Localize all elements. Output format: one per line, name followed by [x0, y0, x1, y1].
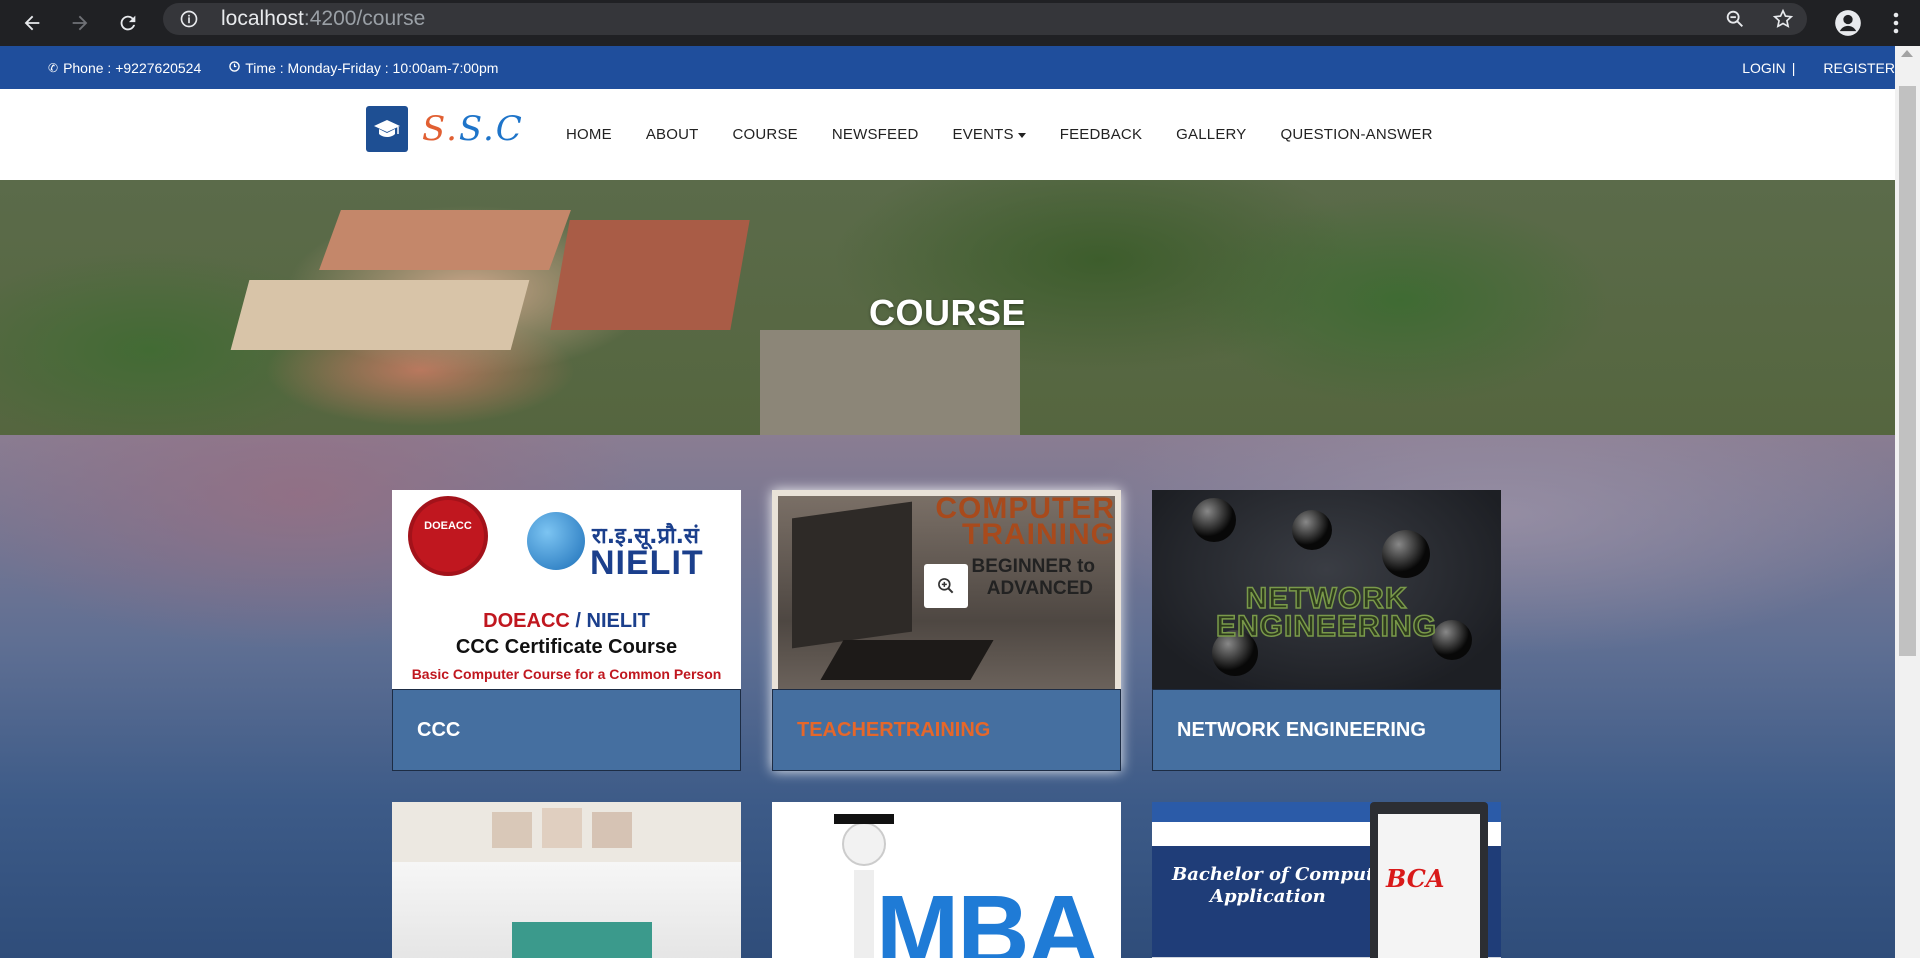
monitor-shape — [792, 501, 912, 649]
bookmark-star-icon[interactable] — [1759, 8, 1807, 30]
course-image-ccc: DOEACC रा.इ.सू.प्रौ.सं NIELIT DOEACC / N… — [392, 490, 741, 689]
page-viewport: ✆ Phone : +9227620524 Time : Monday-Frid… — [0, 46, 1895, 958]
nav-about[interactable]: ABOUT — [646, 126, 699, 143]
profile-avatar-icon[interactable] — [1824, 9, 1872, 37]
zoom-button[interactable] — [924, 564, 968, 608]
course-card-ccc[interactable]: DOEACC रा.इ.सू.प्रौ.सं NIELIT DOEACC / N… — [392, 490, 741, 771]
forward-button[interactable] — [56, 0, 104, 46]
bca-line1: Bachelor of Computer — [1172, 864, 1396, 885]
ccc-line1: DOEACC / NIELIT — [483, 610, 650, 632]
main-nav: HOME ABOUT COURSE NEWSFEED EVENTS FEEDBA… — [566, 89, 1467, 180]
clock-icon — [229, 60, 241, 75]
graduation-cap-icon — [366, 106, 408, 152]
nav-question-answer[interactable]: QUESTION-ANSWER — [1281, 126, 1433, 143]
ccc-line3: Basic Computer Course for a Common Perso… — [411, 666, 722, 682]
site-header: S.S.C HOME ABOUT COURSE NEWSFEED EVENTS … — [0, 89, 1895, 180]
zoom-icon[interactable] — [1711, 8, 1759, 30]
login-link[interactable]: LOGIN — [1742, 60, 1786, 76]
back-button[interactable] — [8, 0, 56, 46]
training-line2: TRAINING — [962, 518, 1115, 551]
sphere-decoration — [1192, 498, 1236, 542]
reload-button[interactable] — [104, 0, 152, 46]
nav-feedback[interactable]: FEEDBACK — [1060, 126, 1142, 143]
top-info-bar: ✆ Phone : +9227620524 Time : Monday-Frid… — [0, 46, 1895, 89]
time-text: Time : Monday-Friday : 10:00am-7:00pm — [245, 59, 499, 76]
nav-newsfeed[interactable]: NEWSFEED — [832, 126, 919, 143]
arrow-right-icon — [72, 15, 88, 31]
graduate-figure-body — [854, 870, 874, 958]
course-card-nursing[interactable] — [392, 802, 741, 958]
nav-events[interactable]: EVENTS — [952, 126, 1026, 143]
nielit-brand: NIELIT — [590, 544, 704, 582]
nav-course[interactable]: COURSE — [733, 126, 798, 143]
graduate-figure-head — [842, 822, 886, 866]
reload-icon — [120, 15, 136, 31]
hero-banner: COURSE — [0, 180, 1895, 435]
graduation-cap-icon — [834, 814, 894, 824]
course-card-bca[interactable]: Bachelor of Computer Application BCA — [1152, 802, 1501, 958]
course-card-network-engineering[interactable]: NETWORK ENGINEERING NETWORK ENGINEERING — [1152, 490, 1501, 771]
time-info: Time : Monday-Friday : 10:00am-7:00pm — [229, 60, 498, 76]
scrollbar-thumb[interactable] — [1899, 86, 1916, 656]
hero-plaza — [760, 330, 1020, 435]
page-title: COURSE — [868, 292, 1027, 333]
course-title-teachertraining[interactable]: TEACHERTRAINING — [772, 689, 1121, 771]
course-image-teachertraining: COMPUTER TRAINING BEGINNER to ADVANCED — [772, 490, 1121, 689]
keyboard-shape — [820, 640, 994, 680]
wall-chart — [592, 812, 632, 848]
phone-text: Phone : +9227620524 — [63, 59, 202, 76]
site-logo[interactable]: S.S.C — [366, 106, 524, 152]
nav-home[interactable]: HOME — [566, 126, 612, 143]
course-image-bca: Bachelor of Computer Application BCA — [1152, 802, 1501, 958]
browser-toolbar: localhost:4200/course — [0, 0, 1920, 46]
course-card-teachertraining[interactable]: COMPUTER TRAINING BEGINNER to ADVANCED T… — [772, 490, 1121, 771]
nav-events-label: EVENTS — [952, 126, 1014, 143]
kebab-menu-icon[interactable] — [1872, 12, 1920, 34]
phone-icon: ✆ — [48, 60, 59, 75]
magnifier-plus-icon — [938, 578, 954, 594]
separator: | — [1791, 59, 1796, 76]
logo-text: S.S.C — [422, 109, 524, 149]
bca-line2: Application — [1210, 886, 1326, 907]
page-scrollbar[interactable] — [1895, 46, 1920, 958]
course-card-mba[interactable]: MBA — [772, 802, 1121, 958]
sphere-decoration — [1292, 510, 1332, 550]
url-text: localhost:4200/course — [221, 7, 426, 30]
training-line3: BEGINNER to — [971, 556, 1096, 577]
nielit-globe-icon — [527, 512, 585, 570]
info-icon[interactable] — [171, 9, 207, 29]
wall-chart — [492, 812, 532, 848]
caret-down-icon — [1017, 132, 1026, 138]
network-line2: ENGINEERING — [1215, 609, 1438, 644]
phone-info: ✆ Phone : +9227620524 — [48, 60, 201, 76]
address-bar[interactable]: localhost:4200/course — [163, 3, 1807, 35]
course-title-ccc[interactable]: CCC — [392, 689, 741, 771]
nav-gallery[interactable]: GALLERY — [1176, 126, 1246, 143]
scroll-up-arrow-icon[interactable] — [1901, 50, 1913, 57]
arrow-left-icon — [24, 15, 40, 31]
mannequin-table — [512, 922, 652, 958]
course-image-mba: MBA — [772, 802, 1121, 958]
mba-text: MBA — [876, 875, 1100, 958]
course-image-nursing — [392, 802, 741, 958]
ccc-line2: CCC Certificate Course — [455, 636, 678, 658]
doeacc-seal: DOEACC — [412, 500, 484, 572]
hero-building-shape — [319, 210, 571, 270]
register-link[interactable]: REGISTER — [1823, 60, 1895, 76]
course-grid: DOEACC रा.इ.सू.प्रौ.सं NIELIT DOEACC / N… — [0, 435, 1895, 958]
course-title-network-engineering[interactable]: NETWORK ENGINEERING — [1152, 689, 1501, 771]
wall-chart — [542, 808, 582, 848]
course-image-network: NETWORK ENGINEERING — [1152, 490, 1501, 689]
sphere-decoration — [1382, 530, 1430, 578]
training-line4: ADVANCED — [986, 578, 1093, 599]
bca-badge: BCA — [1386, 864, 1445, 893]
